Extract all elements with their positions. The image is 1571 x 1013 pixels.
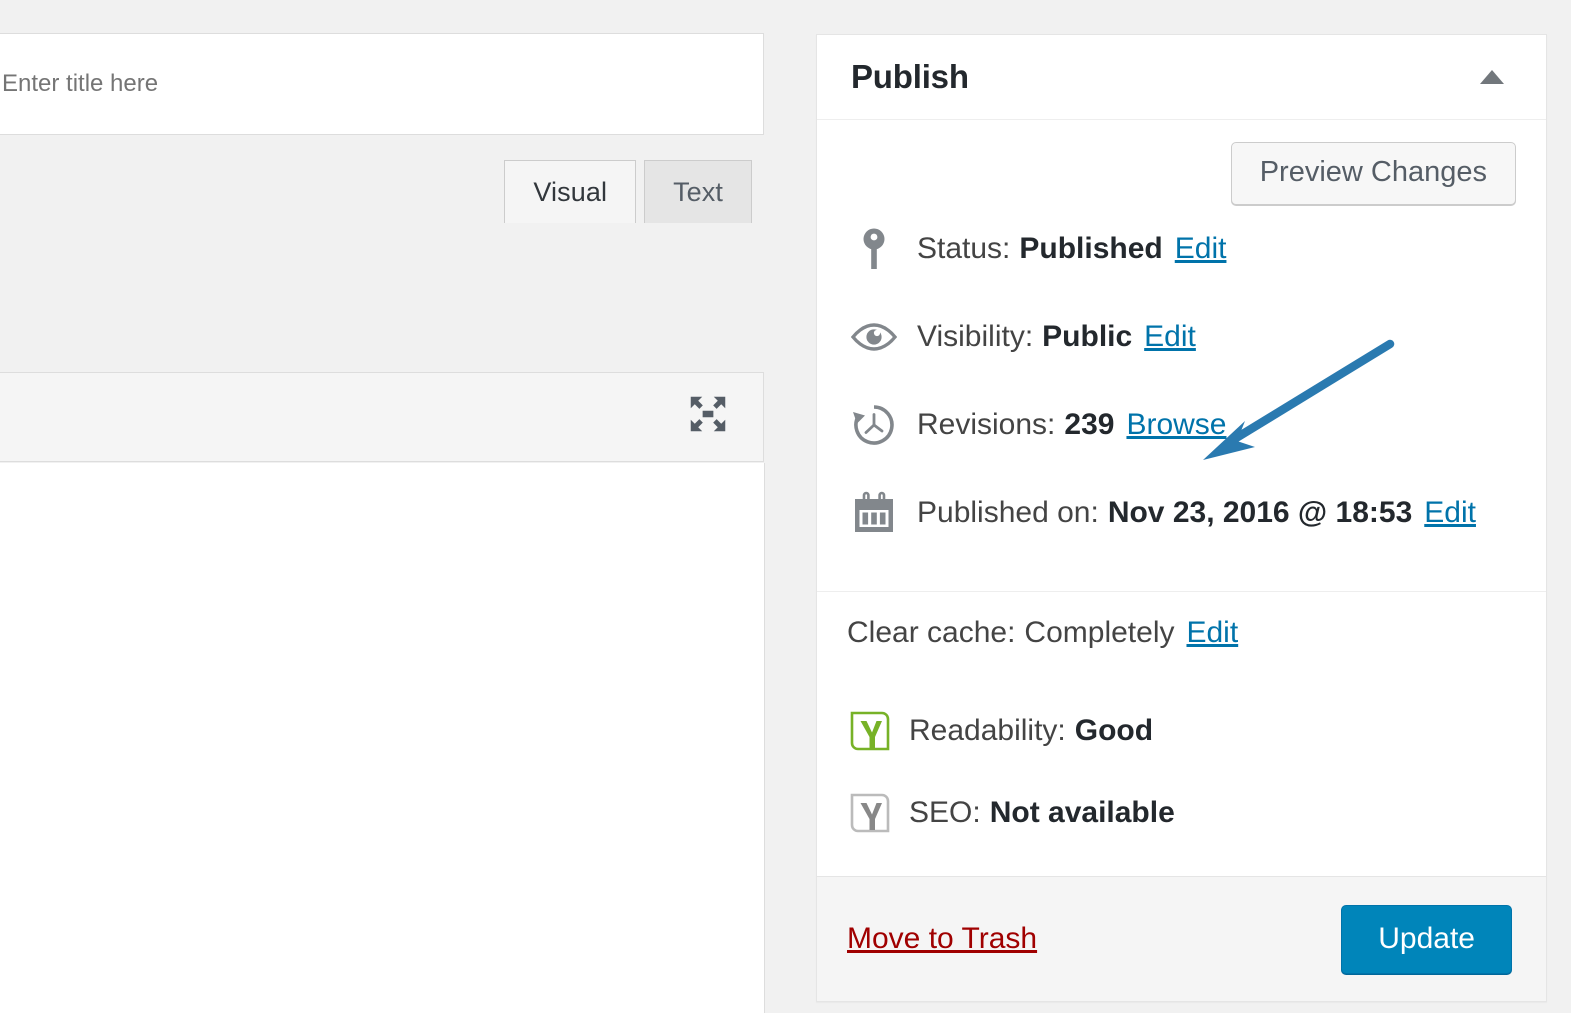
- readability-row: Readability: Good: [817, 690, 1546, 772]
- readability-label: Readability:: [909, 714, 1066, 748]
- pin-post-icon: [851, 226, 897, 272]
- post-title-input[interactable]: [0, 33, 764, 135]
- tab-visual[interactable]: Visual: [504, 160, 636, 223]
- seo-text: SEO: Not available: [909, 796, 1175, 830]
- clear-cache-edit-link[interactable]: Edit: [1186, 616, 1238, 650]
- publish-panel-title: Publish: [817, 58, 969, 96]
- status-edit-link[interactable]: Edit: [1175, 232, 1227, 266]
- published-on-label: Published on:: [917, 496, 1099, 530]
- preview-changes-button[interactable]: Preview Changes: [1231, 142, 1516, 205]
- publish-secondary-section: Clear cache: Completely Edit Readability…: [817, 592, 1546, 876]
- clear-cache-label: Clear cache:: [847, 616, 1015, 650]
- yoast-seo-icon-green: [847, 708, 893, 754]
- revisions-count: 239: [1064, 408, 1114, 442]
- readability-text: Readability: Good: [909, 714, 1153, 748]
- eye-visibility-icon: [851, 314, 897, 360]
- readability-value: Good: [1075, 714, 1153, 748]
- visibility-text: Visibility: Public Edit: [917, 320, 1196, 354]
- revisions-label: Revisions:: [917, 408, 1055, 442]
- yoast-seo-icon-grey: [847, 790, 893, 836]
- move-to-trash-link[interactable]: Move to Trash: [847, 922, 1037, 956]
- revisions-row: Revisions: 239 Browse: [817, 381, 1546, 469]
- editor-content-area[interactable]: [0, 463, 765, 1013]
- fullscreen-expand-icon[interactable]: [685, 391, 731, 437]
- published-on-row: Published on: Nov 23, 2016 @ 18:53 Edit: [817, 469, 1546, 557]
- publish-metabox-body: Preview Changes Status: Published Edit: [817, 120, 1546, 583]
- published-on-text: Published on: Nov 23, 2016 @ 18:53 Edit: [917, 496, 1476, 530]
- publish-metabox: Publish Preview Changes Status: Publishe…: [816, 34, 1547, 1002]
- calendar-icon: [851, 490, 897, 536]
- revisions-browse-link[interactable]: Browse: [1126, 408, 1226, 442]
- seo-row: SEO: Not available: [817, 772, 1546, 854]
- triangle-up-icon[interactable]: [1472, 57, 1512, 97]
- seo-value: Not available: [990, 796, 1175, 830]
- editor-format-toolbar: [0, 372, 764, 462]
- published-on-edit-link[interactable]: Edit: [1424, 496, 1476, 530]
- tab-visual-label: Visual: [533, 177, 607, 208]
- preview-row: Preview Changes: [817, 142, 1546, 205]
- status-row: Status: Published Edit: [817, 205, 1546, 293]
- tab-text[interactable]: Text: [644, 160, 752, 223]
- publish-metabox-header: Publish: [817, 35, 1546, 120]
- tab-text-label: Text: [673, 177, 723, 208]
- revisions-text: Revisions: 239 Browse: [917, 408, 1227, 442]
- visibility-row: Visibility: Public Edit: [817, 293, 1546, 381]
- visibility-edit-link[interactable]: Edit: [1144, 320, 1196, 354]
- status-value: Published: [1019, 232, 1162, 266]
- seo-label: SEO:: [909, 796, 981, 830]
- update-button[interactable]: Update: [1341, 905, 1512, 974]
- clear-cache-row: Clear cache: Completely Edit: [817, 616, 1546, 690]
- publish-metabox-footer: Move to Trash Update: [817, 876, 1546, 1001]
- visibility-value: Public: [1042, 320, 1132, 354]
- post-editor-column: Visual Text: [0, 0, 764, 1013]
- visibility-label: Visibility:: [917, 320, 1033, 354]
- backup-clock-icon: [851, 402, 897, 448]
- status-text: Status: Published Edit: [917, 232, 1226, 266]
- clear-cache-value: Completely: [1024, 616, 1174, 650]
- published-on-value: Nov 23, 2016 @ 18:53: [1108, 496, 1412, 530]
- status-label: Status:: [917, 232, 1010, 266]
- editor-mode-tabs: Visual Text: [504, 160, 752, 223]
